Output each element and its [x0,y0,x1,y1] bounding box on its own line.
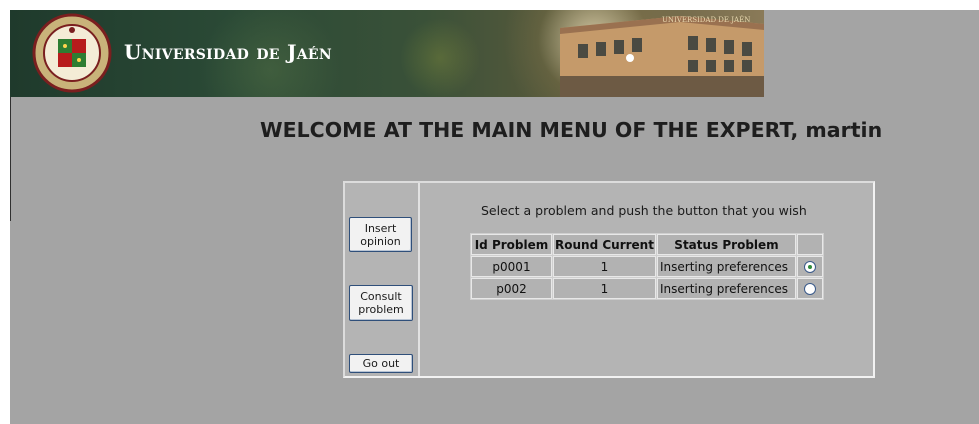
university-seal-icon [32,13,112,93]
building-sign: UNIVERSIDAD DE JAÉN [662,15,750,24]
cell-round: 1 [553,278,656,299]
cell-select [797,256,823,277]
header-round-current: Round Current [553,234,656,255]
go-out-button[interactable]: Go out [349,354,413,373]
table-row: p002 1 Inserting preferences [471,278,823,299]
consult-problem-label: Consult problem [358,290,404,316]
actions-column: Insert opinion Consult problem Go out [345,183,420,376]
header-status-problem: Status Problem [657,234,796,255]
building-photo: UNIVERSIDAD DE JAÉN [560,15,764,97]
left-divider [10,97,11,221]
main-menu-panel: Insert opinion Consult problem Go out Sele… [343,181,875,378]
table-row: p0001 1 Inserting preferences [471,256,823,277]
header-id-problem: Id Problem [471,234,552,255]
cell-status: Inserting preferences [657,256,796,277]
problems-table: Id Problem Round Current Status Problem … [470,233,824,300]
cell-id: p002 [471,278,552,299]
insert-opinion-button[interactable]: Insert opinion [349,217,412,252]
cell-round: 1 [553,256,656,277]
cell-status: Inserting preferences [657,278,796,299]
cell-id: p0001 [471,256,552,277]
university-name: Universidad de Jaén [124,40,332,64]
table-header-row: Id Problem Round Current Status Problem [471,234,823,255]
consult-problem-button[interactable]: Consult problem [349,285,413,321]
problem-radio-p002[interactable] [804,283,816,295]
problem-radio-p0001[interactable] [804,261,816,273]
header-banner: Universidad de Jaén UNIVERSIDAD DE JAÉN [10,10,764,97]
header-select [797,234,823,255]
page-title: WELCOME AT THE MAIN MENU OF THE EXPERT, … [260,118,883,142]
cell-select [797,278,823,299]
insert-opinion-label: Insert opinion [360,221,401,248]
instruction-text: Select a problem and push the button tha… [481,203,807,218]
